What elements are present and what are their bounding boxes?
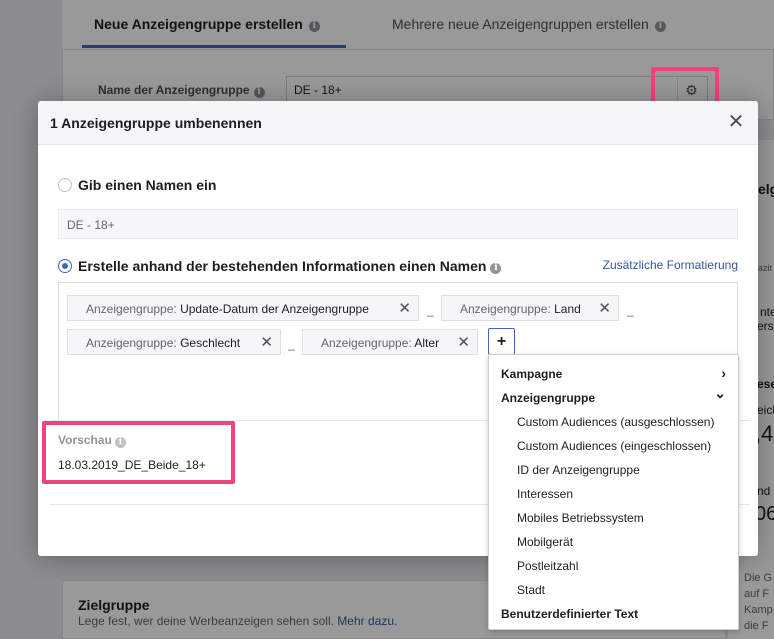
- radio-manual[interactable]: [58, 178, 72, 192]
- modal-header: 1 Anzeigengruppe umbenennen ✕: [38, 101, 758, 145]
- preview-highlight-frame: [42, 421, 235, 484]
- token-key: Anzeigengruppe:: [321, 336, 412, 350]
- token-value: Geschlecht: [180, 336, 241, 350]
- name-token[interactable]: Anzeigengruppe: Alter ✕: [302, 329, 478, 355]
- token-separator: _: [288, 337, 295, 351]
- dropdown-section-campaign[interactable]: Kampagne ›: [489, 361, 738, 385]
- name-token[interactable]: Anzeigengruppe: Land ✕: [441, 295, 619, 321]
- dropdown-item[interactable]: Interessen: [489, 481, 738, 505]
- dropdown-item[interactable]: Postleitzahl: [489, 553, 738, 577]
- token-value: Alter: [414, 336, 440, 350]
- close-icon[interactable]: ✕: [726, 111, 746, 133]
- token-value: Land: [554, 302, 581, 316]
- dropdown-custom-text[interactable]: Benutzerdefinierter Text: [489, 601, 738, 625]
- token-value: Update-Datum der Anzeigengruppe: [180, 302, 369, 316]
- section-label: Anzeigengruppe: [501, 391, 596, 405]
- option-auto-label-text: Erstelle anhand der bestehenden Informat…: [78, 258, 487, 274]
- remove-token-icon[interactable]: ✕: [598, 299, 611, 317]
- dropdown-item[interactable]: Stadt: [489, 577, 738, 601]
- remove-token-icon[interactable]: ✕: [457, 333, 470, 351]
- dropdown-item[interactable]: ID der Anzeigengruppe: [489, 457, 738, 481]
- dropdown-item[interactable]: Mobiles Betriebssystem: [489, 505, 738, 529]
- token-key: Anzeigengruppe:: [460, 302, 551, 316]
- radio-auto[interactable]: [58, 259, 72, 273]
- modal-title: 1 Anzeigengruppe umbenennen: [50, 115, 262, 131]
- token-separator: _: [627, 303, 634, 317]
- option-auto-name[interactable]: Erstelle anhand der bestehenden Informat…: [58, 258, 502, 274]
- chevron-down-icon: ⌄: [714, 385, 726, 401]
- name-token[interactable]: Anzeigengruppe: Update-Datum der Anzeige…: [67, 295, 419, 321]
- option-manual-name[interactable]: Gib einen Namen ein: [58, 177, 216, 193]
- dropdown-item[interactable]: Custom Audiences (ausgeschlossen): [489, 409, 738, 433]
- dropdown-section-ad-set[interactable]: Anzeigengruppe ⌄: [489, 385, 738, 409]
- manual-name-input[interactable]: DE - 18+: [58, 209, 738, 239]
- chevron-right-icon: ›: [721, 365, 726, 381]
- remove-token-icon[interactable]: ✕: [398, 299, 411, 317]
- dropdown-item[interactable]: Custom Audiences (eingeschlossen): [489, 433, 738, 457]
- option-manual-label: Gib einen Namen ein: [78, 177, 217, 193]
- add-token-button[interactable]: +: [488, 328, 515, 355]
- dropdown-item[interactable]: Mobilgerät: [489, 529, 738, 553]
- token-dropdown-menu: Kampagne › Anzeigengruppe ⌄ Custom Audie…: [488, 354, 739, 630]
- section-label: Kampagne: [501, 367, 563, 381]
- remove-token-icon[interactable]: ✕: [260, 333, 273, 351]
- info-icon: i: [490, 263, 502, 274]
- token-separator: _: [427, 303, 434, 317]
- token-key: Anzeigengruppe:: [86, 336, 177, 350]
- option-auto-label: Erstelle anhand der bestehenden Informat…: [78, 258, 502, 274]
- name-token[interactable]: Anzeigengruppe: Geschlecht ✕: [67, 329, 281, 355]
- additional-formatting-link[interactable]: Zusätzliche Formatierung: [603, 258, 738, 272]
- token-key: Anzeigengruppe:: [86, 302, 177, 316]
